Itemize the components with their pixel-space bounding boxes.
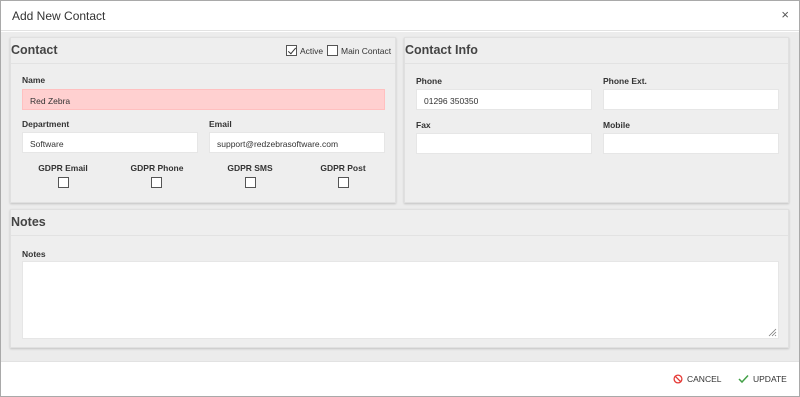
email-input[interactable]: support@redzebrasoftware.com	[209, 132, 385, 153]
notes-label: Notes	[22, 249, 46, 259]
update-button[interactable]: UPDATE	[738, 374, 787, 384]
gdpr-email-checkbox[interactable]	[58, 177, 69, 188]
dialog-footer: CANCEL UPDATE	[1, 361, 799, 396]
fax-label: Fax	[416, 120, 431, 130]
close-icon[interactable]: ×	[781, 7, 789, 23]
gdpr-post-checkbox[interactable]	[338, 177, 349, 188]
department-label: Department	[22, 119, 70, 129]
cancel-label: CANCEL	[687, 374, 722, 384]
notes-panel-header: Notes	[11, 210, 788, 236]
dialog-header: Add New Contact ×	[1, 1, 799, 31]
mobile-label: Mobile	[603, 120, 630, 130]
dialog-title: Add New Contact	[12, 9, 106, 23]
gdpr-phone-checkbox[interactable]	[151, 177, 162, 188]
main-contact-checkbox[interactable]	[327, 45, 338, 56]
main-contact-label: Main Contact	[341, 46, 392, 56]
phone-label: Phone	[416, 76, 442, 86]
contact-info-panel: Contact Info Phone 01296 350350 Phone Ex…	[404, 37, 789, 203]
resize-grip-icon[interactable]	[768, 328, 777, 337]
gdpr-phone-label: GDPR Phone	[130, 163, 184, 173]
department-input[interactable]: Software	[22, 132, 198, 153]
active-label: Active	[300, 46, 324, 56]
gdpr-email-label: GDPR Email	[38, 163, 88, 173]
phone-input[interactable]: 01296 350350	[416, 89, 592, 110]
email-label: Email	[209, 119, 232, 129]
name-input[interactable]: Red Zebra	[22, 89, 385, 110]
update-label: UPDATE	[753, 374, 787, 384]
name-label: Name	[22, 75, 46, 85]
cancel-button[interactable]: CANCEL	[673, 374, 721, 384]
gdpr-sms-checkbox[interactable]	[245, 177, 256, 188]
active-checkbox[interactable]	[286, 45, 297, 56]
ban-icon	[673, 374, 683, 384]
notes-panel: Notes Notes	[10, 209, 789, 348]
mobile-input[interactable]	[603, 133, 779, 154]
phone-ext-label: Phone Ext.	[603, 76, 647, 86]
gdpr-sms-label: GDPR SMS	[227, 163, 273, 173]
gdpr-post-label: GDPR Post	[320, 163, 366, 173]
contact-section-title: Contact	[11, 43, 58, 57]
dialog-body: Contact Active Main Contact Name Red Zeb…	[1, 32, 799, 361]
check-icon	[738, 374, 749, 384]
notes-textarea[interactable]	[22, 261, 779, 339]
phone-ext-input[interactable]	[603, 89, 779, 110]
notes-section-title: Notes	[11, 215, 46, 229]
contact-info-section-title: Contact Info	[405, 43, 478, 57]
add-contact-dialog: Add New Contact × Contact Active Main Co…	[0, 0, 800, 397]
contact-info-panel-header: Contact Info	[405, 38, 788, 64]
fax-input[interactable]	[416, 133, 592, 154]
contact-panel: Contact Active Main Contact Name Red Zeb…	[10, 37, 396, 203]
